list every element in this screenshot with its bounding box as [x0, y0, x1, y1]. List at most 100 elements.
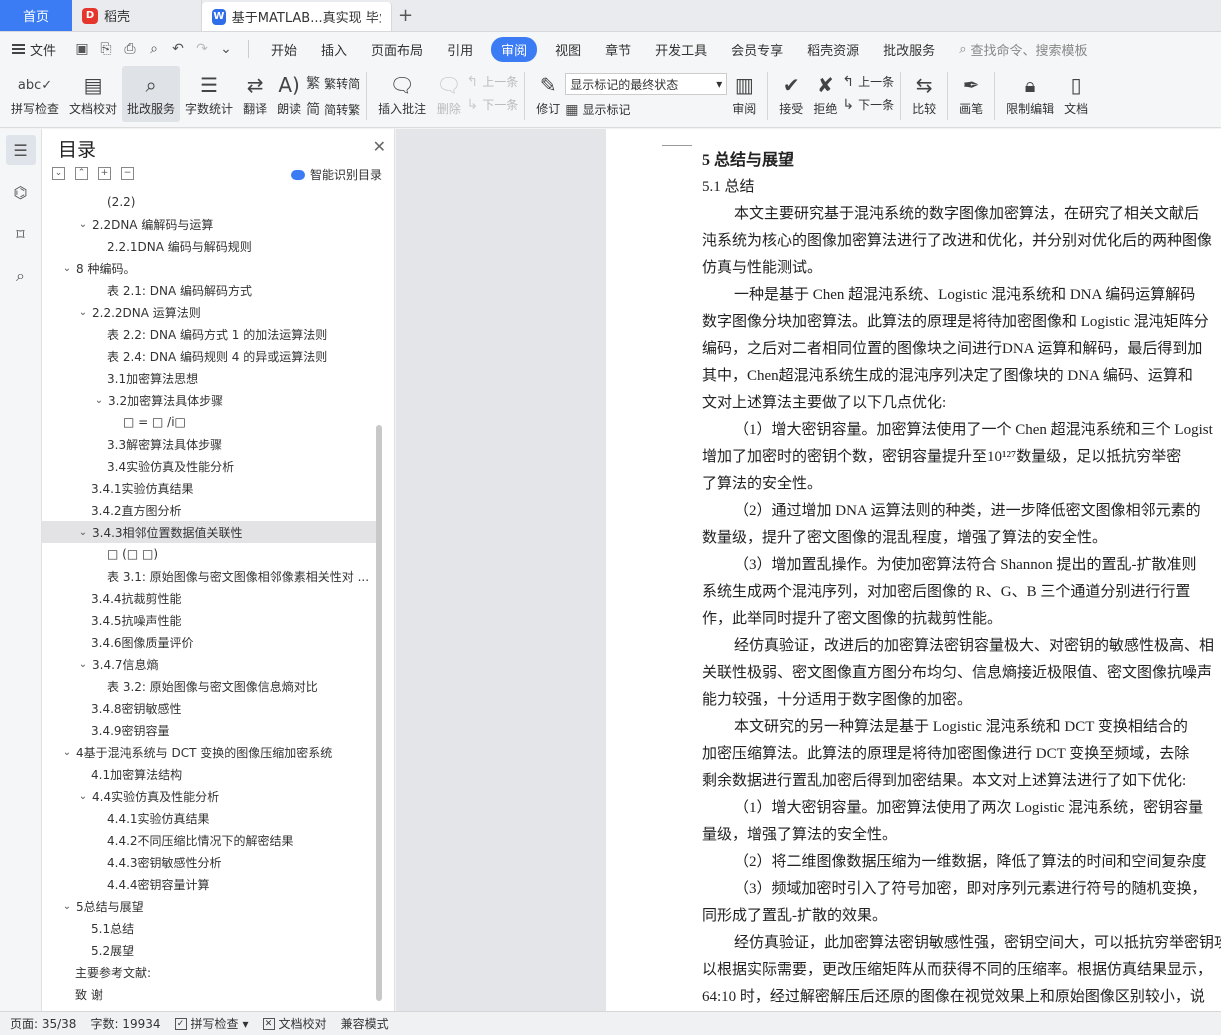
- chevron-down-icon[interactable]: ⌄: [60, 747, 74, 758]
- next-comment-button[interactable]: ↳ 下一条: [467, 96, 519, 113]
- toc-item[interactable]: 表 2.1: DNA 编码解码方式: [42, 279, 382, 301]
- export-pdf-icon[interactable]: ⎘: [94, 37, 118, 61]
- read-aloud-button[interactable]: A) 朗读: [272, 66, 306, 117]
- chevron-down-icon[interactable]: ⌄: [76, 219, 90, 230]
- to-simplified-button[interactable]: 简 简转繁: [306, 99, 360, 119]
- doc-proof-button[interactable]: ▤ 文档校对: [64, 66, 122, 117]
- track-changes-button[interactable]: ✎ 修订: [531, 66, 565, 117]
- word-count-button[interactable]: ☰ 字数统计: [180, 66, 238, 117]
- add-heading-icon[interactable]: +: [98, 167, 111, 180]
- bookmark-icon[interactable]: ⌑: [6, 219, 36, 249]
- toc-item[interactable]: ⌄ 5总结与展望: [42, 895, 382, 917]
- chevron-down-icon[interactable]: ⌄: [76, 659, 90, 670]
- compare-button[interactable]: ⇆ 比较: [907, 66, 941, 117]
- markup-state-select[interactable]: 显示标记的最终状态 ▾: [565, 73, 728, 95]
- toc-item[interactable]: 5.1总结: [42, 917, 382, 939]
- tab-document[interactable]: W 基于MATLAB...真实现 毕业论: [202, 2, 392, 31]
- toc-item[interactable]: 2.2.1DNA 编码与解码规则: [42, 235, 382, 257]
- toc-item[interactable]: ⌄ 4.4实验仿真及性能分析: [42, 785, 382, 807]
- toc-item[interactable]: ⌄ 4基于混沌系统与 DCT 变换的图像压缩加密系统: [42, 741, 382, 763]
- remove-heading-icon[interactable]: −: [121, 167, 134, 180]
- pen-button[interactable]: ✒ 画笔: [954, 66, 988, 117]
- toc-item[interactable]: □ (□ □): [42, 543, 382, 565]
- toc-item[interactable]: 3.4.2直方图分析: [42, 499, 382, 521]
- word-counter[interactable]: 字数: 19934: [90, 1015, 160, 1032]
- review-pane-button[interactable]: ▥ 审阅: [727, 66, 761, 117]
- reject-button[interactable]: ✘ 拒绝: [808, 66, 842, 117]
- toc-item[interactable]: 3.4.1实验仿真结果: [42, 477, 382, 499]
- toc-item[interactable]: 4.4.3密钥敏感性分析: [42, 851, 382, 873]
- toc-panel-icon[interactable]: ☰: [5, 135, 36, 165]
- toc-item[interactable]: 3.4.8密钥敏感性: [42, 697, 382, 719]
- toc-item[interactable]: 表 3.2: 原始图像与密文图像信息熵对比: [42, 675, 382, 697]
- toc-item[interactable]: 表 2.4: DNA 编码规则 4 的异或运算法则: [42, 345, 382, 367]
- spellcheck-button[interactable]: abc✓ 拼写检查: [6, 66, 64, 117]
- print-icon[interactable]: ⎙: [118, 37, 142, 61]
- delete-comment-button[interactable]: 🗨 删除: [431, 66, 466, 117]
- toc-item[interactable]: 3.4.6图像质量评价: [42, 631, 382, 653]
- toc-scrollbar[interactable]: [376, 425, 382, 1001]
- accept-button[interactable]: ✔ 接受: [774, 66, 808, 117]
- redo-icon[interactable]: ↷: [190, 37, 214, 61]
- toc-item[interactable]: ⌄ 8 种编码。: [42, 257, 382, 279]
- chevron-down-icon[interactable]: ⌄: [76, 307, 90, 318]
- print-preview-icon[interactable]: ⌕: [142, 37, 166, 61]
- close-icon[interactable]: ✕: [373, 137, 386, 156]
- status-spellcheck[interactable]: ✓ 拼写检查 ▾: [174, 1015, 249, 1032]
- quick-access-more-icon[interactable]: ⌄: [214, 37, 238, 61]
- toc-item[interactable]: ⌄ 3.2加密算法具体步骤: [42, 389, 382, 411]
- file-menu-button[interactable]: 文件: [12, 40, 56, 59]
- toc-item[interactable]: ⌄ 2.2.2DNA 运算法则: [42, 301, 382, 323]
- toc-item[interactable]: ⌄ 2.2DNA 编解码与运算: [42, 213, 382, 235]
- search-icon[interactable]: ⌕: [6, 261, 36, 291]
- chevron-down-icon[interactable]: ⌄: [60, 901, 74, 912]
- status-doc-proof[interactable]: ✕ 文档校对: [262, 1015, 327, 1032]
- translate-button[interactable]: ⇄ 翻译: [238, 66, 272, 117]
- command-search[interactable]: ⌕ 查找命令、搜索模板: [959, 40, 1087, 59]
- show-markup-button[interactable]: ▦ 显示标记: [565, 101, 727, 118]
- page-counter[interactable]: 页面: 35/38: [10, 1015, 76, 1032]
- toc-item[interactable]: 3.3解密算法具体步骤: [42, 433, 382, 455]
- tab-home[interactable]: 首页: [0, 0, 72, 31]
- toc-item[interactable]: ⌄ 3.4.7信息熵: [42, 653, 382, 675]
- menu-insert[interactable]: 插入: [309, 37, 359, 62]
- toc-item[interactable]: 主要参考文献:: [42, 961, 382, 983]
- toc-item[interactable]: 3.4.4抗裁剪性能: [42, 587, 382, 609]
- toc-item[interactable]: (2.2): [42, 191, 382, 213]
- toc-item[interactable]: 表 2.2: DNA 编码方式 1 的加法运算法则: [42, 323, 382, 345]
- new-tab-plus-icon[interactable]: +: [392, 0, 419, 31]
- save-icon[interactable]: ▣: [70, 37, 94, 61]
- collapse-all-icon[interactable]: ⌄: [52, 167, 65, 180]
- menu-start[interactable]: 开始: [259, 37, 309, 62]
- prev-comment-button[interactable]: ↰ 上一条: [467, 73, 519, 90]
- toc-item[interactable]: 5.2展望: [42, 939, 382, 961]
- toc-item[interactable]: 表 3.1: 原始图像与密文图像相邻像素相关性对 ...: [42, 565, 382, 587]
- toc-item[interactable]: 4.4.1实验仿真结果: [42, 807, 382, 829]
- toc-item[interactable]: 4.4.2不同压缩比情况下的解密结果: [42, 829, 382, 851]
- chevron-down-icon[interactable]: ⌄: [92, 395, 106, 406]
- tab-docer[interactable]: D 稻壳: [72, 0, 202, 31]
- toc-item[interactable]: 3.4.9密钥容量: [42, 719, 382, 741]
- toc-item[interactable]: 3.4实验仿真及性能分析: [42, 455, 382, 477]
- toc-item[interactable]: 致 谢: [42, 983, 382, 1005]
- chevron-down-icon[interactable]: ⌄: [76, 527, 90, 538]
- toc-item[interactable]: ⌄ 3.4.3相邻位置数据值关联性: [42, 521, 382, 543]
- chevron-down-icon[interactable]: ⌄: [76, 791, 90, 802]
- menu-review-service[interactable]: 批改服务: [871, 37, 947, 62]
- toc-item[interactable]: 3.1加密算法思想: [42, 367, 382, 389]
- expand-all-icon[interactable]: ⌃: [75, 167, 88, 180]
- restrict-edit-button[interactable]: 🔒︎ 限制编辑: [1001, 66, 1059, 117]
- chevron-down-icon[interactable]: ⌄: [60, 263, 74, 274]
- to-traditional-button[interactable]: 繁 繁转简: [306, 73, 360, 93]
- menu-developer[interactable]: 开发工具: [643, 37, 719, 62]
- menu-member[interactable]: 会员专享: [719, 37, 795, 62]
- menu-review[interactable]: 审阅: [491, 36, 538, 62]
- next-change-button[interactable]: ↳ 下一条: [842, 96, 894, 113]
- doc-rights-button[interactable]: ▯ 文档: [1059, 66, 1093, 117]
- prev-change-button[interactable]: ↰ 上一条: [842, 73, 894, 90]
- document-page[interactable]: 5 总结与展望 5.1 总结 本文主要研究基于混沌系统的数字图像加密算法，在研究了相…: [606, 129, 1221, 1011]
- menu-section[interactable]: 章节: [593, 37, 643, 62]
- toc-item[interactable]: 4.4.4密钥容量计算: [42, 873, 382, 895]
- insert-comment-button[interactable]: 🗨 插入批注: [373, 66, 431, 117]
- menu-view[interactable]: 视图: [543, 37, 593, 62]
